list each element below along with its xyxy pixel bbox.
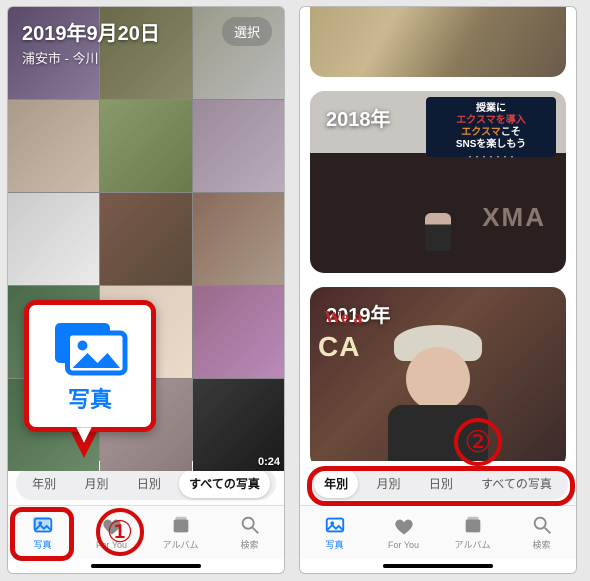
tab-foryou[interactable]: For You: [369, 506, 438, 559]
photo-thumb[interactable]: [193, 193, 284, 285]
photos-icon: [31, 514, 55, 536]
segment-years[interactable]: 年別: [22, 469, 66, 498]
stage-text: XMA: [482, 202, 546, 233]
segment-days[interactable]: 日別: [419, 469, 463, 498]
tab-albums[interactable]: アルバム: [146, 506, 215, 559]
tab-search[interactable]: 検索: [507, 506, 576, 559]
presentation-banner: 授業に エクスマを導入 エクスマこそ SNSを楽しもう ・・・・・・・: [426, 97, 556, 157]
tab-albums[interactable]: アルバム: [438, 506, 507, 559]
tab-label: アルバム: [455, 538, 491, 551]
segment-months[interactable]: 月別: [366, 469, 410, 498]
phone-right: 2018年 授業に エクスマを導入 エクスマこそ SNSを楽しもう ・・・・・・…: [299, 6, 577, 574]
callout-tail-inner: [76, 427, 91, 442]
photos-large-icon: [50, 318, 130, 378]
video-thumb[interactable]: 0:24: [193, 379, 284, 471]
neon-sign-2: CA: [318, 331, 360, 363]
header-location: 浦安市 - 今川: [22, 48, 270, 67]
photos-icon: [323, 514, 347, 536]
tab-label: 検索: [532, 538, 550, 551]
tab-label: 検索: [240, 538, 258, 551]
albums-icon: [169, 514, 193, 536]
tab-bar: 写真 For You アルバム 検索: [300, 505, 576, 559]
search-icon: [530, 514, 554, 536]
photo-thumb[interactable]: [100, 193, 191, 285]
home-indicator[interactable]: [300, 559, 576, 573]
search-icon: [238, 514, 262, 536]
segment-months[interactable]: 月別: [74, 469, 118, 498]
segment-days[interactable]: 日別: [127, 469, 171, 498]
photos-years-view: 2018年 授業に エクスマを導入 エクスマこそ SNSを楽しもう ・・・・・・…: [300, 7, 576, 461]
neon-sign-1: We a: [324, 307, 363, 328]
albums-icon: [461, 514, 485, 536]
year-label: 2018年: [326, 103, 391, 132]
callout-label: 写真: [68, 382, 112, 414]
tab-search[interactable]: 検索: [215, 506, 284, 559]
segment-years[interactable]: 年別: [314, 469, 358, 498]
tab-label: For You: [388, 540, 419, 550]
year-card-2018[interactable]: 2018年 授業に エクスマを導入 エクスマこそ SNSを楽しもう ・・・・・・…: [310, 91, 566, 273]
segment-all[interactable]: すべての写真: [179, 469, 270, 498]
tab-photos[interactable]: 写真: [8, 506, 77, 559]
tab-label: アルバム: [163, 538, 199, 551]
photo-thumb[interactable]: [8, 193, 99, 285]
select-button[interactable]: 選択: [222, 17, 272, 46]
annotation-callout-photos: 写真: [24, 300, 156, 432]
year-card-2019[interactable]: 2019年 We a CA: [310, 287, 566, 461]
tab-label: 写真: [33, 538, 51, 551]
tab-label: 写真: [325, 538, 343, 551]
photo-thumb[interactable]: [8, 100, 99, 192]
photo-thumb[interactable]: [100, 100, 191, 192]
segment-all[interactable]: すべての写真: [471, 469, 562, 498]
photo-thumb[interactable]: [193, 100, 284, 192]
home-indicator[interactable]: [8, 559, 284, 573]
tab-photos[interactable]: 写真: [300, 506, 369, 559]
heart-icon: [392, 516, 416, 538]
annotation-number-2: ②: [454, 418, 502, 466]
view-segments: 年別 月別 日別 すべての写真: [300, 461, 576, 505]
tab-bar: 写真 For You アルバム 検索: [8, 505, 284, 559]
video-duration: 0:24: [258, 456, 280, 468]
phone-left: 0:24 2019年9月20日 浦安市 - 今川 選択 年別 月別 日別 すべて…: [7, 6, 285, 574]
year-card-prev[interactable]: [310, 7, 566, 77]
photo-thumb[interactable]: [193, 286, 284, 378]
presenter-figure: [425, 213, 451, 251]
annotation-number-1: ①: [96, 508, 144, 556]
